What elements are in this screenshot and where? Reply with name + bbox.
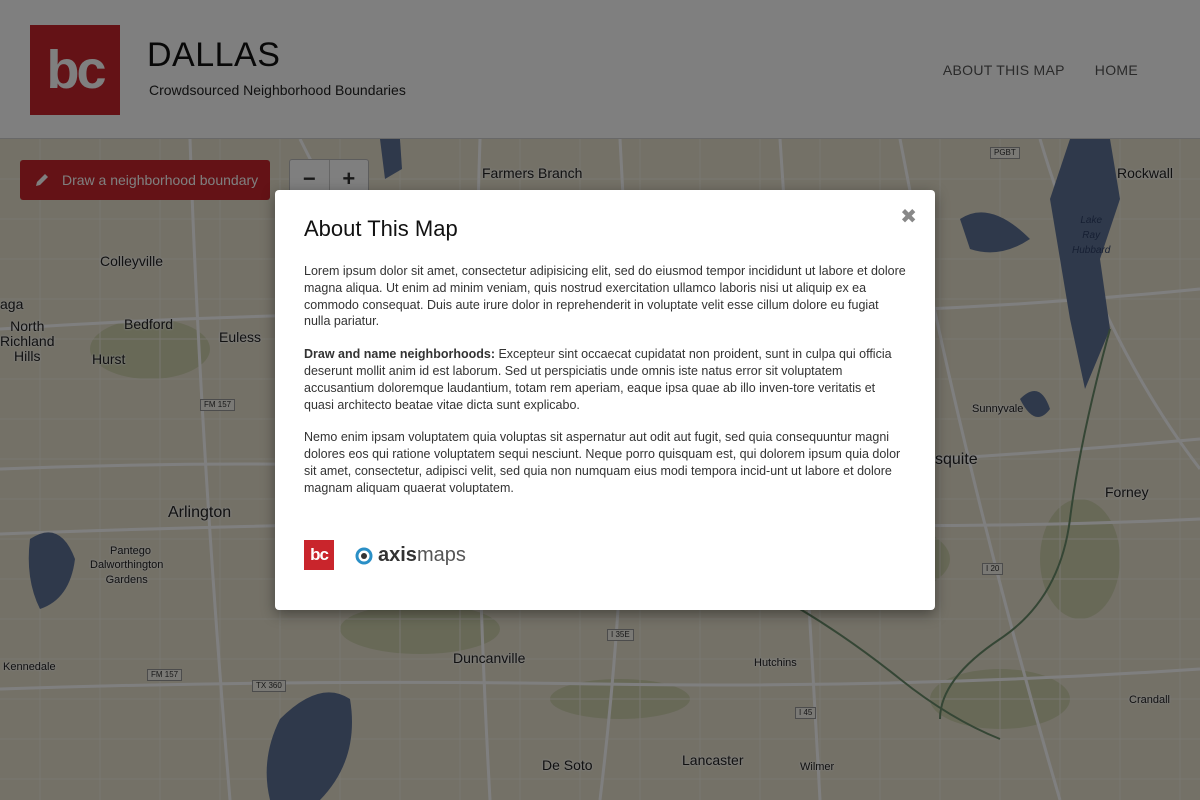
modal-paragraph-1: Lorem ipsum dolor sit amet, consectetur … — [304, 264, 906, 329]
about-modal: ✖ About This Map Lorem ipsum dolor sit a… — [275, 190, 935, 610]
modal-paragraph-2: Draw and name neighborhoods: Excepteur s… — [304, 346, 906, 413]
modal-paragraph-2-heading: Draw and name neighborhoods: — [304, 347, 495, 362]
axismaps-swirl-icon — [355, 547, 373, 565]
axismaps-logo-bold: axis — [378, 543, 417, 566]
modal-title: About This Map — [304, 216, 458, 241]
modal-footer: bc axis maps — [304, 540, 466, 570]
axismaps-logo-light: maps — [416, 543, 466, 566]
modal-paragraph-3: Nemo enim ipsam voluptatem quia voluptas… — [304, 430, 901, 495]
axismaps-logo[interactable]: axis maps — [354, 544, 466, 567]
close-icon[interactable]: ✖ — [900, 204, 917, 229]
bc-footer-logo[interactable]: bc — [304, 540, 334, 570]
